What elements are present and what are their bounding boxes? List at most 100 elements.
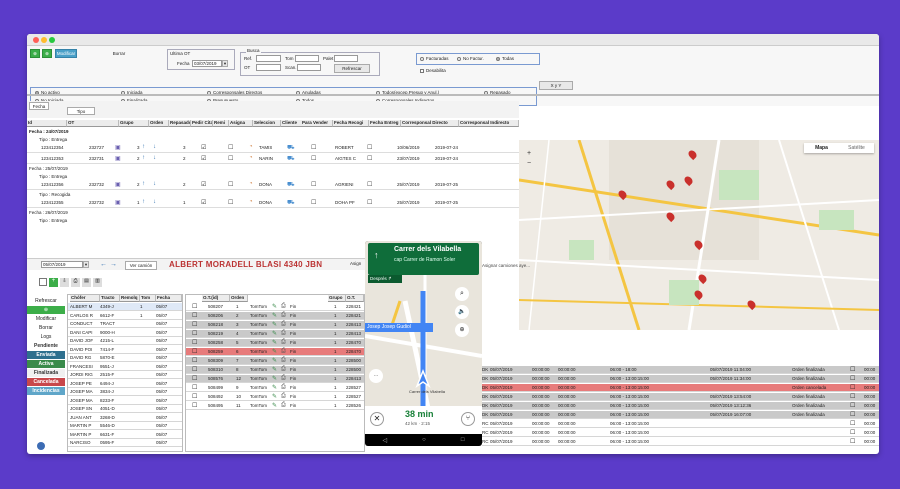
state-2[interactable]: Activa (27, 360, 65, 369)
ref-input[interactable] (256, 55, 281, 62)
edit-icon[interactable]: ✎ (272, 384, 277, 391)
row-checkbox[interactable]: ☐ (850, 429, 855, 436)
copy-button[interactable]: ⊕ (42, 49, 52, 58)
row-checkbox[interactable]: ☐ (192, 303, 197, 310)
palet-input[interactable] (334, 55, 358, 62)
volume-icon[interactable]: 🔈 (455, 305, 469, 319)
edit-icon[interactable]: ✎ (272, 402, 277, 409)
col-header[interactable]: Repasado (169, 120, 191, 127)
zoom-out-icon[interactable]: − (527, 160, 531, 167)
table-row[interactable]: 508218 3 TomTom Fin 1 228413 ✎ ⎙ ☐ (186, 321, 364, 329)
table-row[interactable]: DK 05/07/2019 00:00:00 00:00:00 06:00 - 18:0… (482, 366, 879, 374)
state-1[interactable]: Enviada (27, 351, 65, 360)
row-checkbox[interactable]: ☐ (850, 420, 855, 427)
row-checkbox[interactable]: ☐ (850, 393, 855, 400)
print-icon[interactable]: ⎙ (281, 330, 286, 337)
logs-side-button[interactable]: Logs (27, 333, 65, 342)
checkbox[interactable]: ☐ (367, 144, 372, 151)
driver-date-input[interactable]: 05/07/2019 (41, 261, 83, 268)
table-row[interactable]: 123412355 232732 1 1 DONA DOHA PF 25/07/2019 20… (27, 198, 519, 208)
table-row[interactable]: 508576 12 TomTom Fin 1 228413 ✎ ⎙ ☐ (186, 375, 364, 383)
table-row[interactable]: RC 05/07/2019 00:00:00 00:00:00 06:00 - 13:0… (482, 438, 879, 446)
minimize-window-button[interactable] (41, 37, 47, 43)
col-header[interactable]: Para Vender (301, 120, 333, 127)
table-row[interactable]: 508258 5 TomTom Fin 1 228470 ✎ ⎙ ☐ (186, 339, 364, 347)
table-row[interactable]: 508219 4 TomTom Fin 1 228413 ✎ ⎙ ☐ (186, 330, 364, 338)
table-row[interactable]: DAVID JOF 4215-L 05/07 (68, 337, 182, 345)
assign-trucks-link[interactable]: Asignar camiones aye... (482, 263, 530, 268)
add-side-button[interactable]: ⊕ (27, 306, 65, 315)
todas-radio[interactable]: Todas (496, 56, 514, 61)
clock-icon[interactable]: ◔ (249, 181, 253, 187)
col-header[interactable]: Pedir Cita (191, 120, 213, 127)
scan-input[interactable] (297, 64, 321, 71)
row-checkbox[interactable]: ☐ (192, 402, 197, 409)
map-type-map[interactable]: Mapa (804, 143, 839, 153)
table-row[interactable]: 508499 9 TomTom Fin 1 228527 ✎ ⎙ ☐ (186, 384, 364, 392)
col-header[interactable]: Fecha Recogi (333, 120, 369, 127)
col-header[interactable]: Seleccion (253, 120, 281, 127)
pdf-icon[interactable]: ▤ (82, 278, 91, 287)
table-row[interactable]: JORDI RIG 2515-F 05/07 (68, 371, 182, 379)
add-icon[interactable]: + (49, 278, 58, 287)
order-col-header[interactable]: O.T. (346, 295, 364, 302)
checkbox[interactable]: ☐ (311, 144, 316, 151)
print-icon[interactable]: ⎙ (281, 348, 286, 355)
assign-label[interactable]: Asign (350, 261, 361, 266)
table-row[interactable]: JUAN ANT 3268-D 05/07 (68, 413, 182, 422)
row-checkbox[interactable]: ☐ (192, 312, 197, 319)
print-icon[interactable]: ⎙ (281, 402, 286, 409)
truck-icon[interactable]: ⛟ (287, 199, 295, 207)
map-type-satellite[interactable]: Satélite (839, 143, 874, 153)
print-icon[interactable]: ⎙ (281, 312, 286, 319)
truck-icon[interactable]: ⛟ (287, 155, 295, 163)
search-icon[interactable]: ⌕ (455, 287, 469, 301)
checkbox[interactable]: ☑ (201, 181, 206, 188)
row-checkbox[interactable]: ☐ (850, 366, 855, 373)
table-row[interactable]: NARCISO 0595-F 05/07 (68, 439, 182, 447)
modify-side-button[interactable]: Modificar (27, 315, 65, 324)
map-view[interactable]: Mapa Satélite + − (519, 140, 879, 330)
col-header[interactable]: Orden (149, 120, 169, 127)
table-row[interactable]: CONDUCT TRACT 05/07 (68, 320, 182, 328)
edit-icon[interactable]: ✎ (272, 339, 277, 346)
facturadas-radio[interactable]: Facturadas (420, 56, 449, 61)
group-chip-tipo[interactable]: Tipo (67, 107, 95, 115)
checkbox[interactable]: ☐ (311, 155, 316, 162)
row-checkbox[interactable]: ☐ (192, 348, 197, 355)
edit-icon[interactable]: ✎ (272, 393, 277, 400)
driver-date-dropdown[interactable]: ▾ (83, 261, 89, 268)
table-row[interactable]: 508259 6 TomTom Fin 1 228470 ✎ ⎙ ☐ (186, 348, 364, 356)
table-row[interactable]: RC 05/07/2019 00:00:00 00:00:00 06:00 - 13:0… (482, 420, 879, 428)
group-chip-fecha[interactable]: Fecha (29, 102, 49, 110)
table-row[interactable]: 123412356 232732 2 2 DONA AGRIENI 25/07/2019 20… (27, 180, 519, 190)
row-checkbox[interactable]: ☐ (192, 339, 197, 346)
table-row[interactable]: DK 05/07/2019 00:00:00 00:00:00 06:00 - 13:0… (482, 384, 879, 392)
edit-icon[interactable]: ✎ (272, 366, 277, 373)
checkbox[interactable]: ☑ (201, 144, 206, 151)
edit-icon[interactable]: ✎ (272, 303, 277, 310)
print-icon[interactable]: ⎙ (281, 375, 286, 382)
print-icon[interactable]: ⎙ (281, 357, 286, 364)
date-input[interactable]: 03/07/2019 (192, 60, 222, 67)
route-options-icon[interactable]: ⑂ (461, 412, 475, 426)
col-header[interactable]: OT (67, 120, 119, 127)
row-checkbox[interactable]: ☐ (850, 402, 855, 409)
table-row[interactable]: 123412353 232731 2 2 NARIN AIGTES C 23/07/2019… (27, 154, 519, 164)
table-row[interactable]: DAVID POI 7414-F 05/07 (68, 345, 182, 354)
tom-input[interactable] (295, 55, 319, 62)
arrow-up-icon[interactable]: ↑ (142, 144, 145, 150)
table-row[interactable]: 508310 8 TomTom Fin 1 228500 ✎ ⎙ ☐ (186, 366, 364, 374)
date-dropdown-button[interactable]: ▾ (222, 60, 228, 67)
state-5[interactable]: Incidencias (27, 387, 65, 396)
arrow-down-icon[interactable]: ↓ (153, 155, 156, 161)
arrow-down-icon[interactable]: ↓ (153, 144, 156, 150)
edit-icon[interactable]: ✎ (272, 312, 277, 319)
checkbox[interactable]: ☐ (228, 144, 233, 151)
table-row[interactable]: 508495 11 TomTom Fin 1 228526 ✎ ⎙ ☐ (186, 402, 364, 410)
row-checkbox[interactable]: ☐ (192, 384, 197, 391)
print-icon[interactable]: ⎙ (281, 384, 286, 391)
delete-side-button[interactable]: Borrar (27, 324, 65, 333)
table-row[interactable]: FRANCESI 9551-J 05/07 (68, 362, 182, 371)
next-day-icon[interactable]: → (110, 261, 117, 268)
